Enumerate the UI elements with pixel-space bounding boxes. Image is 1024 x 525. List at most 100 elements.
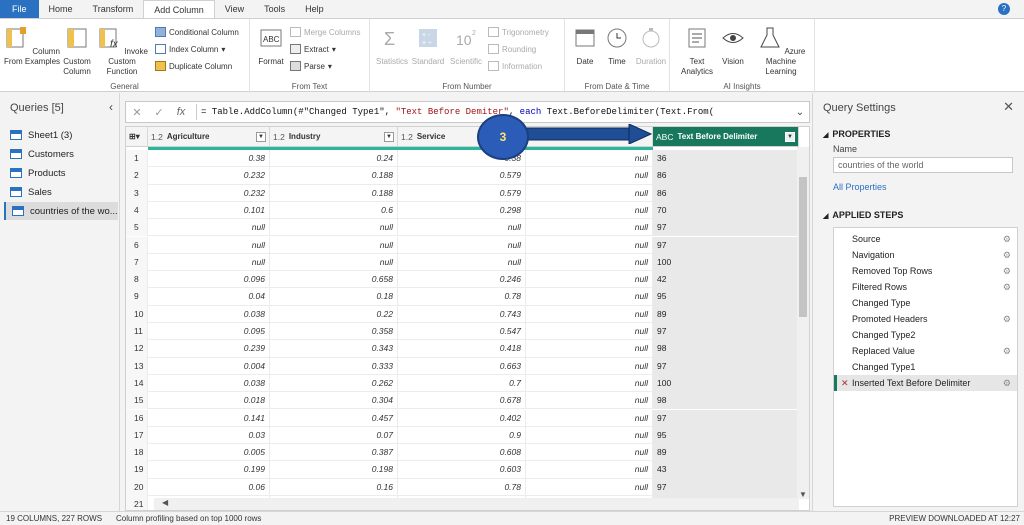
- table-cell[interactable]: 0.304: [270, 392, 398, 410]
- table-cell[interactable]: 0.38: [148, 150, 270, 168]
- table-cell[interactable]: 0.658: [270, 271, 398, 289]
- table-cell[interactable]: 100: [653, 253, 799, 272]
- table-cell[interactable]: 0.188: [270, 167, 398, 185]
- table-cell[interactable]: 0.663: [398, 357, 526, 375]
- filter-dropdown-icon[interactable]: ▼: [785, 132, 795, 142]
- time-button[interactable]: Time: [601, 25, 633, 67]
- horizontal-scrollbar[interactable]: ◀: [154, 498, 799, 510]
- table-cell[interactable]: null: [270, 236, 398, 254]
- table-cell[interactable]: 0.579: [398, 167, 526, 185]
- table-cell[interactable]: 97: [653, 236, 799, 254]
- tab-file[interactable]: File: [0, 0, 39, 18]
- trigonometry-button[interactable]: Trigonometry: [488, 27, 549, 37]
- query-item-sheet1[interactable]: Sheet1 (3): [4, 126, 118, 144]
- table-cell[interactable]: null: [526, 167, 653, 185]
- table-cell[interactable]: 0.188: [270, 184, 398, 202]
- duration-button[interactable]: Duration: [633, 25, 669, 67]
- column-header-agriculture[interactable]: 1.2 Agriculture ▼: [148, 127, 270, 147]
- gear-icon[interactable]: ⚙: [1003, 263, 1011, 279]
- applied-step[interactable]: Promoted Headers ⚙: [834, 311, 1017, 327]
- table-cell[interactable]: 0.07: [270, 426, 398, 445]
- table-cell[interactable]: 89: [653, 444, 799, 462]
- table-cell[interactable]: null: [398, 253, 526, 272]
- table-cell[interactable]: null: [526, 357, 653, 375]
- table-cell[interactable]: 0.333: [270, 357, 398, 375]
- table-cell[interactable]: null: [526, 409, 653, 427]
- table-cell[interactable]: 0.232: [148, 184, 270, 202]
- text-analytics-button[interactable]: Text Analytics: [676, 25, 718, 77]
- applied-step[interactable]: ✕ Inserted Text Before Delimiter ⚙: [834, 375, 1017, 391]
- query-name-input[interactable]: countries of the world: [833, 157, 1013, 173]
- table-cell[interactable]: 0.387: [270, 444, 398, 462]
- table-cell[interactable]: 0.608: [398, 444, 526, 462]
- scrollbar-thumb[interactable]: [799, 177, 807, 317]
- table-cell[interactable]: null: [526, 426, 653, 445]
- tab-tools[interactable]: Tools: [254, 0, 295, 18]
- query-item-customers[interactable]: Customers: [4, 145, 118, 163]
- rounding-button[interactable]: Rounding: [488, 44, 536, 54]
- scientific-button[interactable]: 10 2 Scientific: [446, 25, 486, 67]
- table-cell[interactable]: 0.096: [148, 271, 270, 289]
- table-cell[interactable]: 100: [653, 374, 799, 393]
- table-cell[interactable]: 89: [653, 305, 799, 323]
- table-cell[interactable]: 0.358: [270, 323, 398, 341]
- table-cell[interactable]: null: [526, 201, 653, 220]
- filter-dropdown-icon[interactable]: ▼: [384, 132, 394, 142]
- table-cell[interactable]: 0.004: [148, 357, 270, 375]
- table-cell[interactable]: 0.18: [270, 288, 398, 306]
- conditional-column-button[interactable]: Conditional Column: [155, 27, 239, 37]
- query-item-sales[interactable]: Sales: [4, 183, 118, 201]
- table-cell[interactable]: 0.457: [270, 409, 398, 427]
- duplicate-column-button[interactable]: Duplicate Column: [155, 61, 232, 71]
- applied-step[interactable]: Changed Type: [834, 295, 1017, 311]
- table-cell[interactable]: null: [398, 219, 526, 237]
- table-cell[interactable]: 0.232: [148, 167, 270, 185]
- table-cell[interactable]: null: [526, 461, 653, 479]
- table-cell[interactable]: 97: [653, 409, 799, 427]
- table-cell[interactable]: 0.246: [398, 271, 526, 289]
- table-cell[interactable]: 0.018: [148, 392, 270, 410]
- table-cell[interactable]: 43: [653, 461, 799, 479]
- column-from-examples-button[interactable]: Column From Examples: [4, 25, 60, 67]
- cancel-icon[interactable]: ✕: [126, 106, 148, 119]
- table-cell[interactable]: null: [526, 392, 653, 410]
- table-cell[interactable]: 0.005: [148, 444, 270, 462]
- table-cell[interactable]: 95: [653, 288, 799, 306]
- table-cell[interactable]: null: [148, 253, 270, 272]
- table-cell[interactable]: 0.78: [398, 288, 526, 306]
- table-cell[interactable]: 0.04: [148, 288, 270, 306]
- table-cell[interactable]: 0.262: [270, 374, 398, 393]
- query-item-products[interactable]: Products: [4, 164, 118, 182]
- gear-icon[interactable]: ⚙: [1003, 279, 1011, 295]
- table-cell[interactable]: 0.402: [398, 409, 526, 427]
- table-cell[interactable]: 0.743: [398, 305, 526, 323]
- table-cell[interactable]: 97: [653, 323, 799, 341]
- chevron-down-icon[interactable]: ⌄: [791, 107, 809, 118]
- table-cell[interactable]: 0.7: [398, 374, 526, 393]
- format-button[interactable]: ABC Format: [254, 25, 288, 67]
- table-cell[interactable]: 0.06: [148, 478, 270, 496]
- table-cell[interactable]: 0.095: [148, 323, 270, 341]
- table-cell[interactable]: 0.03: [148, 426, 270, 445]
- standard-button[interactable]: + - × ÷ Standard: [410, 25, 446, 67]
- applied-step[interactable]: Removed Top Rows ⚙: [834, 263, 1017, 279]
- filter-dropdown-icon[interactable]: ▼: [256, 132, 266, 142]
- table-cell[interactable]: null: [526, 219, 653, 237]
- extract-button[interactable]: Extract ▾: [290, 44, 336, 54]
- column-header-text-before-delimiter[interactable]: ABC Text Before Delimiter ▼: [653, 127, 799, 147]
- information-button[interactable]: Information: [488, 61, 542, 71]
- table-cell[interactable]: null: [526, 288, 653, 306]
- table-menu-button[interactable]: ⊞▾: [126, 127, 148, 147]
- all-properties-link[interactable]: All Properties: [833, 182, 887, 192]
- custom-column-button[interactable]: Custom Column: [60, 25, 94, 77]
- table-cell[interactable]: 0.101: [148, 201, 270, 220]
- invoke-custom-function-button[interactable]: fx Invoke Custom Function: [94, 25, 150, 77]
- table-cell[interactable]: null: [270, 219, 398, 237]
- table-cell[interactable]: 0.298: [398, 201, 526, 220]
- table-cell[interactable]: null: [526, 305, 653, 323]
- table-cell[interactable]: null: [526, 323, 653, 341]
- table-cell[interactable]: null: [526, 374, 653, 393]
- table-cell[interactable]: 0.9: [398, 426, 526, 445]
- gear-icon[interactable]: ⚙: [1003, 231, 1011, 247]
- table-cell[interactable]: null: [398, 236, 526, 254]
